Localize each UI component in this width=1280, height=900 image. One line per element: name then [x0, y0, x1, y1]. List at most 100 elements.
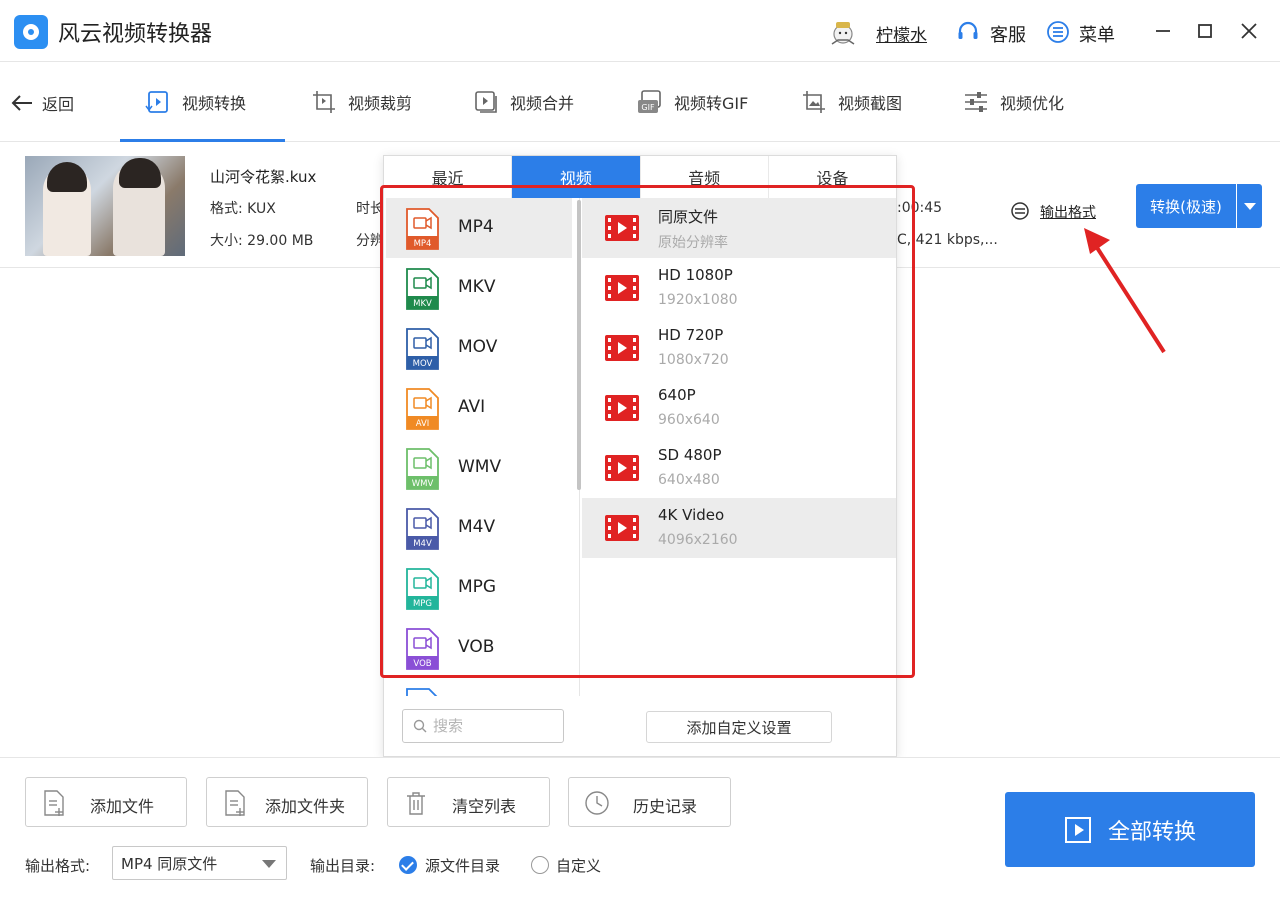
history-button[interactable]: 历史记录	[568, 777, 731, 827]
format-item-mkv[interactable]: MKV MKV	[386, 258, 572, 318]
format-item-vob[interactable]: VOB VOB	[386, 618, 572, 678]
format-item-mov[interactable]: MOV MOV	[386, 318, 572, 378]
user-name-link[interactable]: 柠檬水	[876, 21, 927, 46]
file-format-icon: AVI	[406, 388, 439, 430]
convert-fast-button[interactable]: 转换(极速)	[1136, 184, 1236, 228]
format-name: MKV	[458, 277, 496, 297]
format-name: AVI	[458, 397, 486, 417]
resolution-subtitle: 1920x1080	[658, 292, 738, 308]
format-name: VOB	[458, 637, 495, 657]
convert-dropdown-button[interactable]	[1237, 184, 1262, 228]
app-title: 风云视频转换器	[58, 22, 213, 47]
file-duration-value: :00:45	[897, 200, 943, 216]
file-format-icon: MKV	[406, 268, 439, 310]
resolution-item[interactable]: 640P 960x640	[582, 378, 896, 438]
tab-label: 视频合并	[510, 94, 575, 113]
maximize-icon[interactable]	[1192, 18, 1218, 44]
svg-text:MPG: MPG	[413, 599, 432, 609]
menu-icon[interactable]	[1046, 20, 1070, 44]
menu-button[interactable]: 菜单	[1079, 21, 1115, 47]
play-icon	[1064, 816, 1091, 843]
title-bar: 风云视频转换器 柠檬水 客服 菜单	[0, 0, 1280, 62]
popup-tab-device[interactable]: 设备	[769, 156, 896, 198]
file-format-icon: MOV	[406, 328, 439, 370]
app-logo-icon	[14, 15, 48, 49]
optimize-icon	[965, 92, 987, 112]
format-item-m4v[interactable]: M4V M4V	[386, 498, 572, 558]
convert-all-button[interactable]: 全部转换	[1005, 792, 1255, 867]
format-list: MP4 MP4 MKV MKV MOV MOV AVI AVI WMV WMV M4V M4V MPG M…	[384, 198, 580, 696]
svg-text:AVI: AVI	[416, 419, 430, 429]
popup-tab-audio[interactable]: 音频	[641, 156, 769, 198]
user-avatar-icon[interactable]	[826, 14, 860, 48]
format-name: MPG	[458, 577, 497, 597]
resolution-title: 同原文件	[658, 208, 719, 226]
svg-text:MP4: MP4	[414, 239, 432, 249]
resolution-item[interactable]: HD 720P 1080x720	[582, 318, 896, 378]
format-item-mpg[interactable]: MPG MPG	[386, 558, 572, 618]
file-name: 山河令花絮.kux	[210, 168, 317, 186]
output-format-select[interactable]: MP4 同原文件	[112, 846, 287, 880]
output-format-link[interactable]: 输出格式	[1040, 202, 1096, 222]
file-format-icon: MP4	[406, 208, 439, 250]
close-icon[interactable]	[1236, 18, 1262, 44]
file-format: 格式: KUX	[210, 201, 276, 217]
add-folder-button[interactable]: 添加文件夹	[206, 777, 368, 827]
tab-video-convert[interactable]: 视频转换	[120, 62, 285, 142]
add-file-icon	[44, 790, 64, 816]
service-button[interactable]: 客服	[990, 21, 1026, 47]
resolution-item[interactable]: HD 1080P 1920x1080	[582, 258, 896, 318]
tab-label: 视频截图	[838, 94, 903, 113]
film-icon	[605, 275, 639, 301]
resolution-item[interactable]: 同原文件 原始分辨率	[582, 198, 896, 258]
file-format-icon: MPG	[406, 568, 439, 610]
clear-list-button[interactable]: 清空列表	[387, 777, 550, 827]
search-icon	[413, 719, 427, 733]
format-list-scrollbar[interactable]	[577, 200, 581, 490]
video-crop-icon	[313, 91, 335, 113]
output-format-icon[interactable]	[1010, 201, 1030, 221]
tab-label: 视频转换	[182, 94, 247, 113]
format-item-mp4[interactable]: MP4 MP4	[386, 198, 572, 258]
back-button[interactable]: 返回	[10, 90, 74, 116]
tab-video-optimize[interactable]: 视频优化	[962, 62, 1064, 142]
tab-label: 视频裁剪	[348, 94, 413, 113]
format-item-wmv[interactable]: WMV WMV	[386, 438, 572, 498]
tab-video-screenshot[interactable]: 视频截图	[800, 62, 902, 142]
resolution-subtitle: 640x480	[658, 472, 720, 488]
video-convert-icon	[145, 91, 168, 113]
format-search-input[interactable]	[433, 717, 553, 735]
format-item-more[interactable]	[386, 678, 572, 696]
bottom-bar: 添加文件 添加文件夹 清空列表 历史记录 输出格式: MP4 同原文件 输出目录…	[0, 757, 1280, 900]
add-custom-setting-button[interactable]: 添加自定义设置	[646, 711, 832, 743]
resolution-title: SD 480P	[658, 446, 722, 464]
svg-text:GIF: GIF	[641, 103, 655, 112]
custom-dir-radio[interactable]	[531, 856, 549, 874]
popup-tab-video[interactable]: 视频	[512, 156, 641, 198]
resolution-subtitle: 960x640	[658, 412, 720, 428]
popup-tab-recent[interactable]: 最近	[384, 156, 513, 198]
file-duration-label: 时长	[356, 201, 384, 217]
tab-video-gif[interactable]: GIF 视频转GIF	[636, 62, 748, 142]
resolution-item[interactable]: 4K Video 4096x2160	[582, 498, 896, 558]
format-name: M4V	[458, 517, 496, 537]
film-icon	[605, 215, 639, 241]
custom-dir-label[interactable]: 自定义	[556, 855, 601, 876]
add-file-button[interactable]: 添加文件	[25, 777, 187, 827]
format-item-avi[interactable]: AVI AVI	[386, 378, 572, 438]
file-resolution-label: 分辨	[356, 233, 384, 249]
file-bitrate: C, 421 kbps,...	[897, 232, 998, 248]
source-dir-label[interactable]: 源文件目录	[425, 855, 500, 876]
svg-text:WMV: WMV	[412, 479, 434, 489]
resolution-item[interactable]: SD 480P 640x480	[582, 438, 896, 498]
resolution-title: HD 1080P	[658, 266, 733, 284]
minimize-icon[interactable]	[1150, 18, 1176, 44]
tab-video-merge[interactable]: 视频合并	[472, 62, 574, 142]
popup-tabs: 最近 视频 音频 设备	[384, 156, 896, 198]
source-dir-radio[interactable]	[399, 856, 417, 874]
headset-icon[interactable]	[956, 20, 980, 44]
film-icon	[605, 515, 639, 541]
tab-video-crop[interactable]: 视频裁剪	[310, 62, 412, 142]
screenshot-icon	[803, 91, 825, 113]
format-search-box[interactable]	[402, 709, 564, 743]
